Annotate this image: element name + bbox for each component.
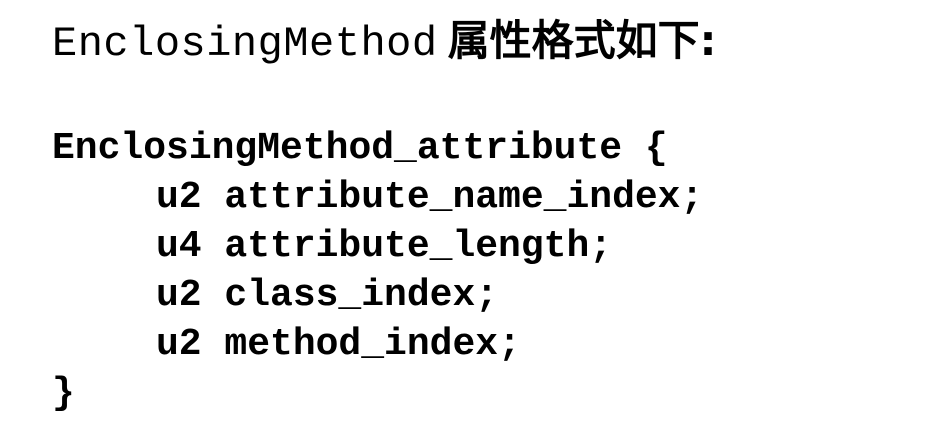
- field-line-attribute-length: u4 attribute_length;: [156, 225, 613, 268]
- field-line-method-index: u2 method_index;: [156, 323, 521, 366]
- field-line-class-index: u2 class_index;: [156, 274, 499, 317]
- page-title: EnclosingMethod 属性格式如下:: [52, 6, 716, 76]
- code-block: EnclosingMethod_attribute { u2 attribute…: [52, 124, 932, 418]
- title-code-text: EnclosingMethod: [52, 20, 438, 68]
- closing-brace-line: }: [52, 372, 75, 415]
- struct-header-line: EnclosingMethod_attribute {: [52, 127, 668, 170]
- title-chinese-text: 属性格式如下:: [447, 16, 717, 65]
- document-page: EnclosingMethod 属性格式如下: EnclosingMethod_a…: [0, 0, 950, 440]
- field-line-attribute-name-index: u2 attribute_name_index;: [156, 176, 704, 219]
